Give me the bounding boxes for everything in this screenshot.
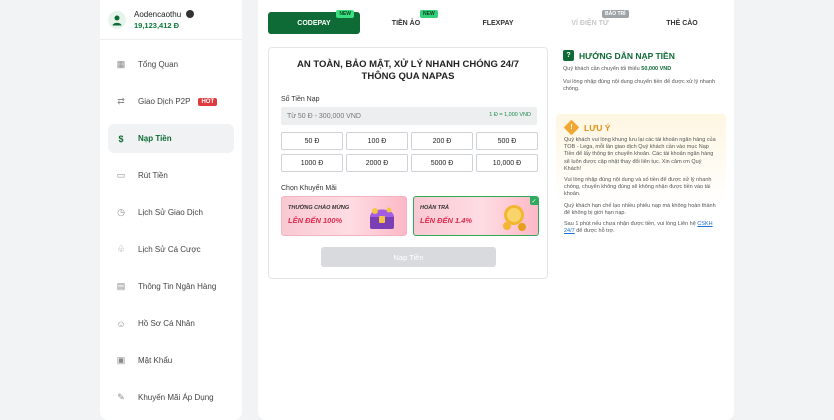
note-p4: Sau 1 phút nếu chưa nhận được tiền, vui … [564,221,718,235]
promo-sub: THƯỞNG CHÀO MỪNG [288,205,350,211]
guide-title: ? HƯỚNG DẪN NẠP TIỀN [563,50,723,61]
selected-check-icon: ✓ [530,197,538,205]
sidebar-item-transaction-history[interactable]: ◷ Lịch Sử Giao Dịch [108,198,234,227]
guide-line1: Quý khách cần chuyển tối thiểu 50,000 VN… [563,66,723,74]
bet-history-icon: ♧ [116,244,126,254]
bank-icon: ▤ [116,281,126,291]
sidebar-item-label: Lịch Sử Cá Cược [138,245,201,254]
lock-icon: ▣ [116,355,126,365]
tab-label: VÍ ĐIỆN TỬ [571,19,609,27]
tab-scratch-card[interactable]: THẺ CÀO [636,12,728,34]
question-icon: ? [563,50,574,61]
amount-option[interactable]: 50 Đ [281,132,343,150]
note-p2: Vui lòng nhập đúng nội dung và số tiền đ… [564,177,712,198]
tab-label: CODEPAY [297,19,331,27]
new-badge: NEW [420,10,438,18]
user-info: Aodencaothu 19,123,412 Đ [100,0,242,40]
username: Aodencaothu [134,9,182,19]
note-title: ! LƯU Ý [563,119,718,136]
history-icon: ◷ [117,207,125,217]
sidebar-item-label: Thông Tin Ngân Hàng [138,282,217,291]
note-p4-suffix: để được hỗ trợ. [574,228,615,235]
payment-tabs: CODEPAY NEW TIỀN ẢO NEW FLEXPAY VÍ ĐIỆN … [268,10,728,34]
guide-line2: Vui lòng nhập đúng nội dung chuyển tiền … [563,78,716,93]
guide-title-text: HƯỚNG DẪN NẠP TIỀN [579,50,675,61]
guide-line1-prefix: Quý khách cần chuyển tối thiểu [563,66,642,72]
p2p-icon: ⇄ [117,96,125,106]
promotion-icon: ✎ [117,392,125,402]
deposit-title-line1: AN TOÀN, BẢO MẬT, XỬ LÝ NHANH CHÓNG 24/7 [296,59,519,70]
sidebar-item-profile[interactable]: ☺ Hồ Sơ Cá Nhân [108,309,234,338]
amount-option[interactable]: 2000 Đ [346,154,408,172]
deposit-title: AN TOÀN, BẢO MẬT, XỬ LÝ NHANH CHÓNG 24/7… [269,59,547,83]
gold-coins-icon [503,205,526,231]
note-p1: Quý khách vui lòng khung lưu lại các tài… [564,137,716,172]
tab-e-wallet[interactable]: VÍ ĐIỆN TỬ BẢO TRÌ [544,10,636,34]
deposit-card: AN TOÀN, BẢO MẬT, XỬ LÝ NHANH CHÓNG 24/7… [268,47,548,279]
sidebar-item-label: Lịch Sử Giao Dịch [138,208,203,217]
promo-cashback[interactable]: HOÀN TRẢ LÊN ĐẾN 1.4% ✓ [413,196,539,236]
deposit-title-line2: THÔNG QUA NAPAS [361,71,455,82]
sidebar: Aodencaothu 19,123,412 Đ ▦ Tổng Quan ⇄ G… [100,0,242,420]
sidebar-item-label: Nạp Tiền [138,134,172,143]
sidebar-item-promotions[interactable]: ✎ Khuyến Mãi Áp Dụng [108,383,234,412]
sidebar-item-bet-history[interactable]: ♧ Lịch Sử Cá Cược [108,235,234,264]
treasure-chest-icon [370,207,394,229]
sidebar-item-label: Tổng Quan [138,60,179,69]
sidebar-item-deposit[interactable]: $ Nạp Tiền [108,124,234,153]
deposit-icon: $ [118,133,124,144]
amount-option[interactable]: 1000 Đ [281,154,343,172]
sidebar-item-bank-info[interactable]: ▤ Thông Tin Ngân Hàng [108,272,234,301]
sidebar-item-password[interactable]: ▣ Mật Khẩu [108,346,234,375]
user-avatar-icon[interactable] [108,10,126,29]
warning-icon: ! [563,119,580,136]
amount-options: 50 Đ 100 Đ 200 Đ 500 Đ 1000 Đ 2000 Đ 500… [281,132,539,172]
min-amount: 50,000 VND [641,66,672,72]
hot-badge: HOT [198,97,218,106]
promo-main: LÊN ĐẾN 100% [288,216,343,225]
tab-label: TIỀN ẢO [391,19,421,27]
promo-welcome-bonus[interactable]: THƯỞNG CHÀO MỪNG LÊN ĐẾN 100% [281,196,407,236]
sidebar-item-label: Hồ Sơ Cá Nhân [138,319,195,328]
amount-option[interactable]: 200 Đ [411,132,473,150]
sidebar-item-label: Khuyến Mãi Áp Dụng [138,393,214,402]
promo-main: LÊN ĐẾN 1.4% [420,216,473,225]
note-box: ! LƯU Ý Quý khách vui lòng khung lưu lại… [556,114,726,264]
amount-option[interactable]: 10,000 Đ [476,154,538,172]
amount-option[interactable]: 500 Đ [476,132,538,150]
tab-label: THẺ CÀO [666,19,698,27]
balance: 19,123,412 Đ [134,20,180,30]
new-badge: NEW [336,10,354,18]
exchange-rate: 1 Đ = 1,000 VND [489,112,531,118]
sidebar-item-label: Mật Khẩu [138,356,173,365]
amount-label: Số Tiền Nạp [281,96,320,103]
sidebar-item-label: Rút Tiền [138,171,168,180]
deposit-submit-button[interactable]: Nạp Tiền [321,247,496,267]
promo-sub: HOÀN TRẢ [420,205,450,211]
amount-option[interactable]: 5000 Đ [411,154,473,172]
profile-icon: ☺ [116,318,126,329]
amount-placeholder: Từ 50 Đ - 300,000 VND [287,112,361,120]
main-panel: CODEPAY NEW TIỀN ẢO NEW FLEXPAY VÍ ĐIỆN … [258,0,734,420]
amount-input[interactable]: Từ 50 Đ - 300,000 VND 1 Đ = 1,000 VND [281,107,537,125]
tab-label: FLEXPAY [482,19,514,27]
amount-option[interactable]: 100 Đ [346,132,408,150]
note-p3: Quý khách hạn chế lạo nhiều phiếu nạp mà… [564,202,716,216]
sidebar-item-overview[interactable]: ▦ Tổng Quan [108,50,234,79]
sidebar-item-p2p[interactable]: ⇄ Giao Dịch P2P HOT [108,87,234,116]
toggle-balance-icon[interactable] [186,10,195,18]
note-p4-prefix: Sau 1 phút nếu chưa nhận được tiền, vui … [564,221,698,228]
tab-flexpay[interactable]: FLEXPAY [452,12,544,34]
tab-crypto[interactable]: TIỀN ẢO NEW [360,10,452,34]
sidebar-item-withdraw[interactable]: ▭ Rút Tiền [108,161,234,190]
promo-options: THƯỞNG CHÀO MỪNG LÊN ĐẾN 100% HOÀN TRẢ L… [281,196,539,236]
maintenance-badge: BẢO TRÌ [602,10,629,18]
note-title-text: LƯU Ý [584,122,611,133]
withdraw-icon: ▭ [116,170,126,180]
grid-icon: ▦ [116,59,126,69]
sidebar-item-label: Giao Dịch P2P [138,97,191,106]
promo-label: Chọn Khuyến Mãi [281,185,337,192]
deposit-guide: ? HƯỚNG DẪN NẠP TIỀN Quý khách cần chuyể… [563,50,723,94]
tab-codepay[interactable]: CODEPAY NEW [268,10,360,34]
